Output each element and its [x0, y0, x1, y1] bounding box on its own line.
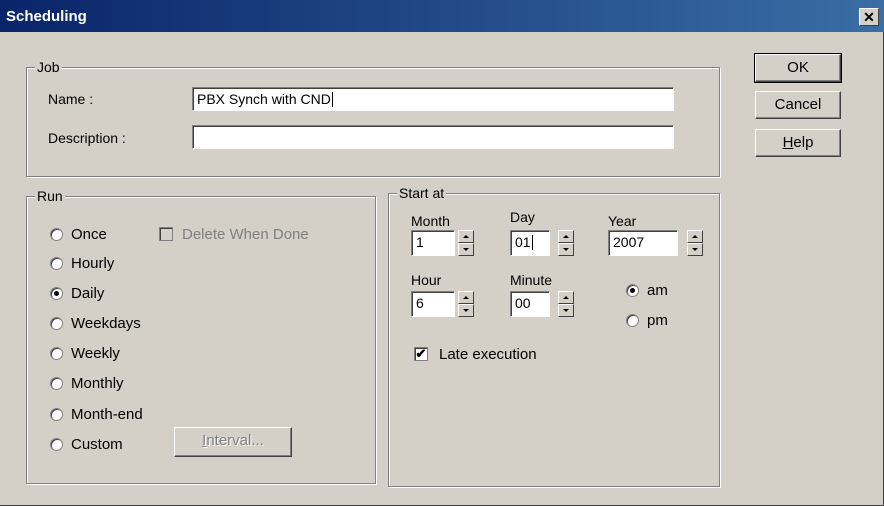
- hourly-radio-button[interactable]: [50, 257, 63, 270]
- weekdays-radio-button[interactable]: [50, 317, 63, 330]
- year-field[interactable]: 2007: [608, 230, 678, 256]
- run-legend: Run: [35, 188, 65, 204]
- month-label: Month: [411, 213, 450, 229]
- spin-down-icon[interactable]: [558, 304, 574, 317]
- weekly-radio-button[interactable]: [50, 347, 63, 360]
- weekly-label: Weekly: [71, 345, 120, 362]
- text-caret: [331, 92, 333, 107]
- day-field-value: 01: [515, 234, 531, 250]
- monthly-label: Monthly: [71, 375, 124, 392]
- am-radio-button[interactable]: [626, 284, 639, 297]
- year-label: Year: [608, 213, 637, 229]
- window-title: Scheduling: [6, 8, 87, 25]
- monthly-radio-button[interactable]: [50, 377, 63, 390]
- daily-radio-button[interactable]: [50, 287, 63, 300]
- day-spinner[interactable]: [558, 230, 574, 256]
- name-field-value: PBX Synch with CND: [197, 91, 331, 107]
- spin-up-icon[interactable]: [687, 230, 703, 243]
- delete-when-done-checkbox[interactable]: [159, 227, 173, 241]
- month-spinner[interactable]: [458, 230, 474, 256]
- month-end-radio-button[interactable]: [50, 408, 63, 421]
- spin-down-icon[interactable]: [558, 243, 574, 256]
- spin-down-icon[interactable]: [687, 243, 703, 256]
- custom-label: Custom: [71, 436, 123, 453]
- once-radio-button[interactable]: [50, 228, 63, 241]
- delete-when-done-label: Delete When Done: [182, 226, 309, 243]
- title-bar[interactable]: Scheduling ✕: [0, 0, 884, 32]
- hour-label: Hour: [411, 272, 442, 288]
- name-field[interactable]: PBX Synch with CND: [192, 87, 674, 111]
- cancel-button[interactable]: Cancel: [755, 91, 841, 119]
- late-execution-checkbox[interactable]: ✔: [414, 347, 428, 361]
- pm-radio-button[interactable]: [626, 314, 639, 327]
- minute-spinner[interactable]: [558, 291, 574, 317]
- month-field[interactable]: 1: [411, 230, 455, 256]
- hour-field[interactable]: 6: [411, 291, 455, 317]
- weekdays-label: Weekdays: [71, 315, 141, 332]
- job-groupbox: Job: [26, 59, 720, 177]
- scheduling-dialog: Scheduling ✕ Job Name : PBX Synch with C…: [0, 0, 884, 506]
- late-execution-label: Late execution: [439, 346, 537, 363]
- help-mnemonic: H: [782, 134, 794, 151]
- checkmark-icon: ✔: [415, 346, 427, 361]
- close-button[interactable]: ✕: [859, 8, 879, 26]
- spin-up-icon[interactable]: [458, 230, 474, 243]
- help-label: elp: [793, 134, 814, 151]
- ok-button[interactable]: OK: [754, 53, 842, 83]
- am-label: am: [647, 282, 668, 299]
- minute-label: Minute: [510, 272, 553, 288]
- interval-label: nterval...: [206, 432, 264, 449]
- interval-button[interactable]: Interval...: [174, 427, 292, 457]
- hourly-label: Hourly: [71, 255, 115, 272]
- month-end-label: Month-end: [71, 406, 143, 423]
- start-at-legend: Start at: [397, 185, 447, 201]
- help-button[interactable]: Help: [755, 129, 841, 157]
- description-label: Description :: [48, 130, 126, 146]
- close-icon: ✕: [863, 9, 875, 25]
- once-label: Once: [71, 226, 107, 243]
- spin-up-icon[interactable]: [558, 291, 574, 304]
- radio-selected-dot: [54, 291, 59, 296]
- text-caret: [531, 235, 533, 250]
- spin-down-icon[interactable]: [458, 304, 474, 317]
- spin-down-icon[interactable]: [458, 243, 474, 256]
- daily-label: Daily: [71, 285, 105, 302]
- hour-spinner[interactable]: [458, 291, 474, 317]
- spin-up-icon[interactable]: [558, 230, 574, 243]
- name-label: Name :: [48, 91, 94, 107]
- spin-up-icon[interactable]: [458, 291, 474, 304]
- minute-field[interactable]: 00: [510, 291, 550, 317]
- pm-label: pm: [647, 312, 668, 329]
- day-label: Day: [510, 209, 535, 225]
- radio-selected-dot: [630, 288, 635, 293]
- year-spinner[interactable]: [687, 230, 703, 256]
- job-legend: Job: [35, 59, 62, 75]
- day-field[interactable]: 01: [510, 230, 550, 256]
- custom-radio-button[interactable]: [50, 438, 63, 451]
- description-field[interactable]: [192, 125, 674, 149]
